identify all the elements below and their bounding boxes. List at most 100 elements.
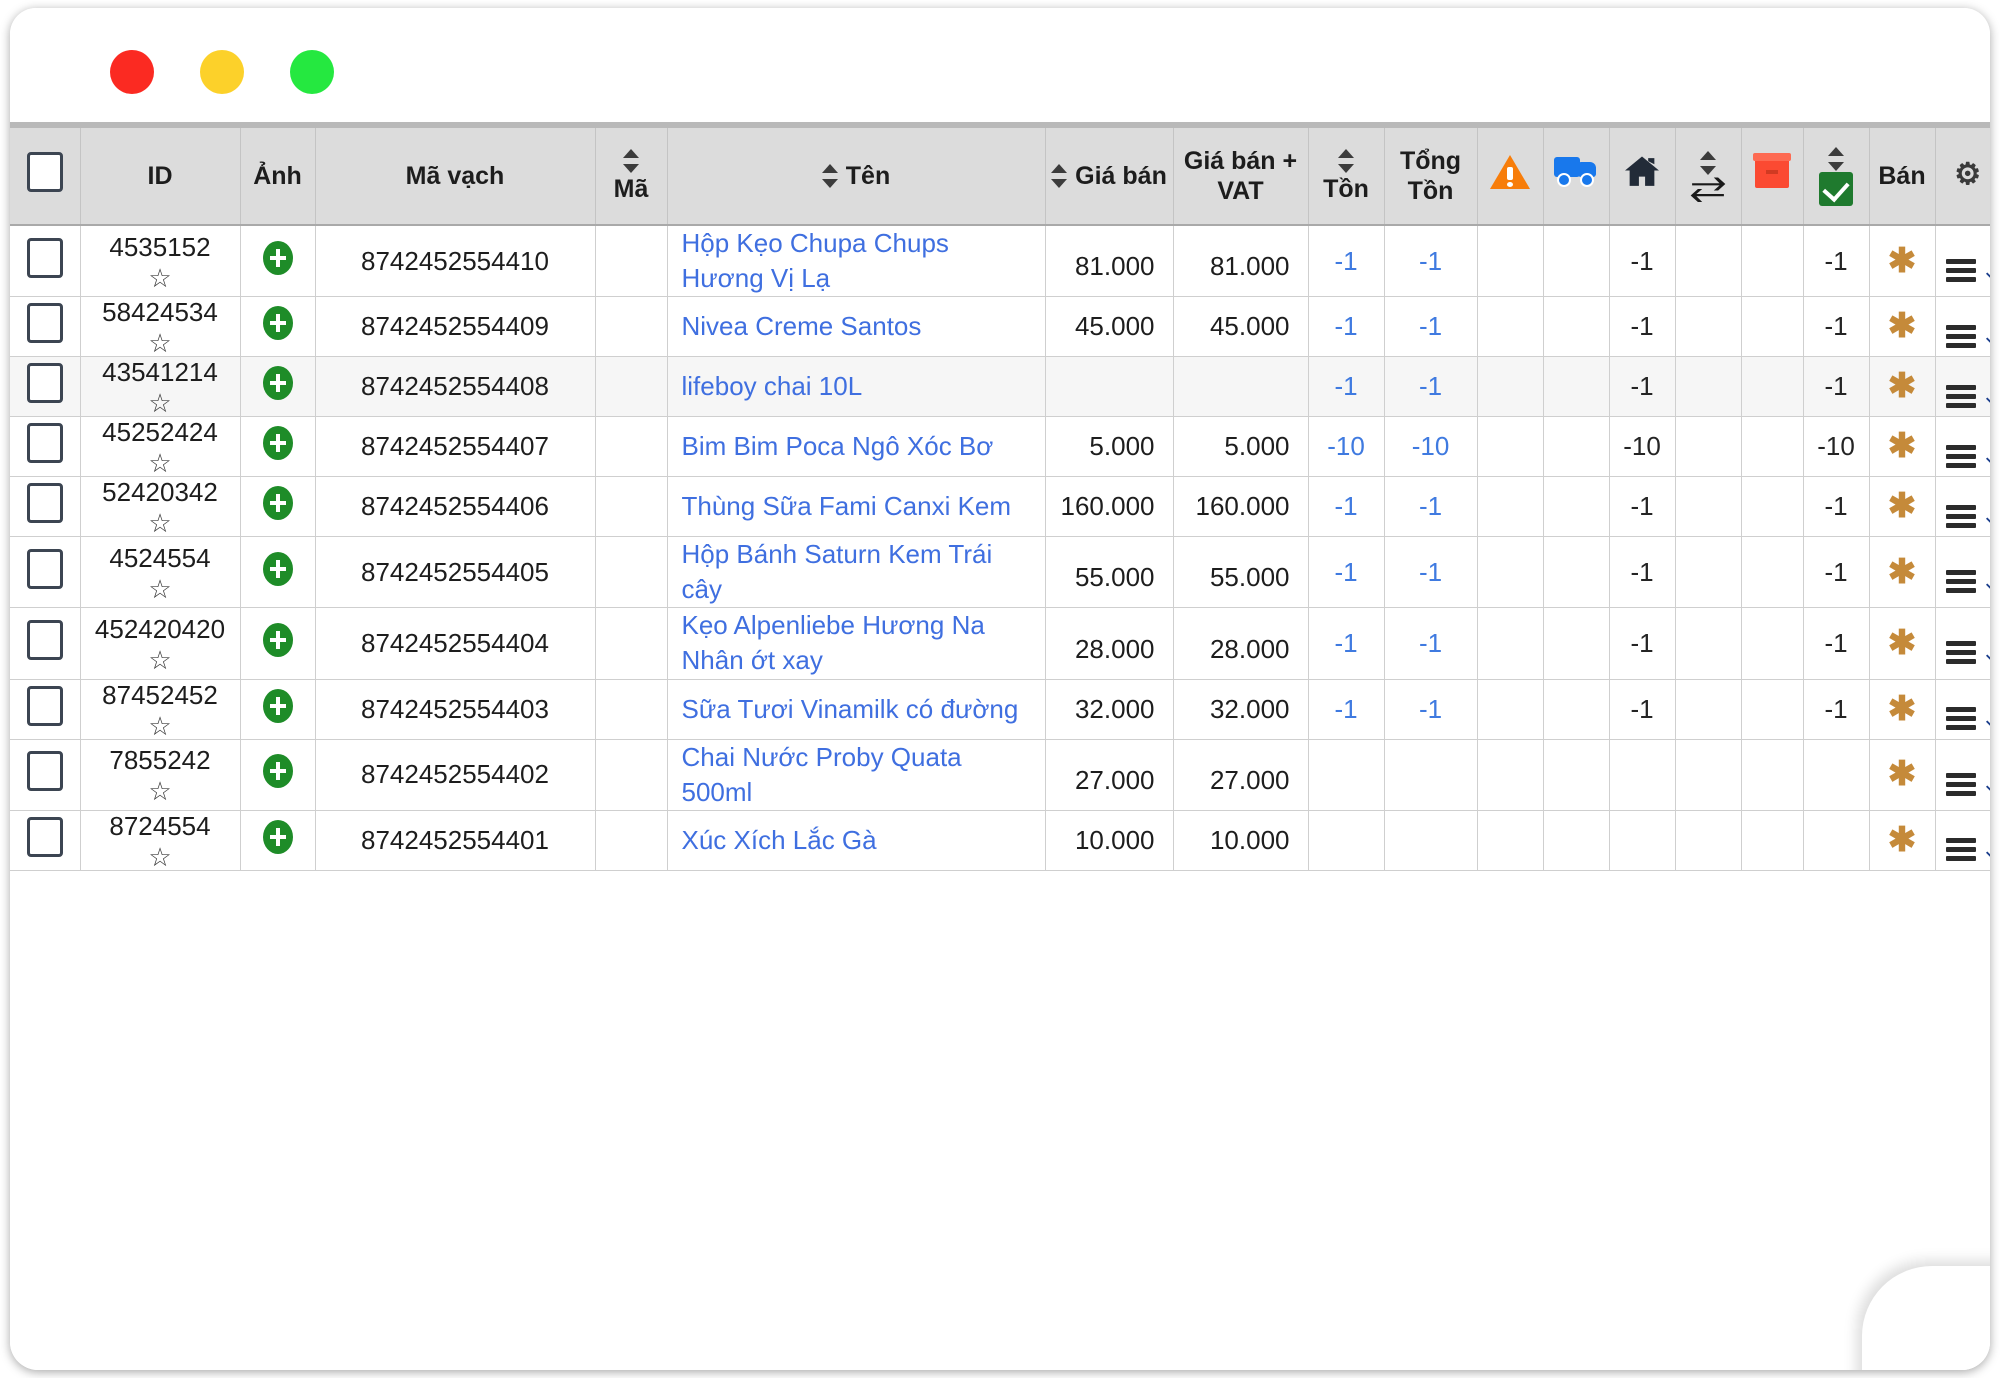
asterisk-icon[interactable]: ✱ — [1888, 487, 1917, 525]
row-menu-cell[interactable]: ⌄ — [1935, 810, 1990, 871]
add-circle-icon[interactable] — [262, 819, 293, 854]
hamburger-menu-icon[interactable]: ⌄ — [1945, 570, 1991, 594]
add-circle-icon[interactable] — [262, 366, 293, 401]
column-barcode[interactable]: Mã vạch — [315, 126, 596, 226]
row-name-link[interactable]: Kẹo Alpenliebe Hương Na Nhân ớt xay — [682, 610, 985, 675]
close-button[interactable] — [110, 50, 154, 94]
row-name-link[interactable]: Sữa Tươi Vinamilk có đường — [682, 694, 1019, 724]
row-select-cell[interactable] — [10, 416, 81, 478]
row-checkbox[interactable] — [26, 548, 63, 589]
row-select-cell[interactable] — [10, 739, 81, 811]
chevron-down-icon[interactable]: ⌄ — [1982, 707, 1991, 730]
row-checkbox[interactable] — [26, 751, 63, 792]
row-ban-cell[interactable]: ✱ — [1869, 536, 1936, 609]
row-image-cell[interactable] — [240, 356, 316, 418]
row-menu-cell[interactable]: ⌄ — [1935, 356, 1991, 418]
row-checkbox[interactable] — [26, 816, 63, 857]
row-name-cell[interactable]: Nivea Creme Santos — [667, 296, 1046, 358]
asterisk-icon[interactable]: ✱ — [1888, 553, 1917, 591]
row-select-cell[interactable] — [10, 356, 81, 418]
chevron-down-icon[interactable]: ⌄ — [1982, 570, 1991, 593]
row-ban-cell[interactable]: ✱ — [1869, 679, 1936, 740]
chevron-down-icon[interactable]: ⌄ — [1982, 325, 1991, 347]
add-circle-icon[interactable] — [262, 486, 293, 521]
row-name-link[interactable]: Hộp Kẹo Chupa Chups Hương Vị Lạ — [682, 228, 949, 293]
row-ban-cell[interactable]: ✱ — [1869, 607, 1936, 680]
row-name-cell[interactable]: Kẹo Alpenliebe Hương Na Nhân ớt xay — [667, 607, 1046, 680]
add-circle-icon[interactable] — [262, 306, 293, 341]
star-icon[interactable]: ☆ — [148, 713, 171, 739]
row-checkbox[interactable] — [26, 685, 63, 726]
chevron-down-icon[interactable]: ⌄ — [1982, 505, 1991, 527]
row-image-cell[interactable] — [240, 225, 316, 298]
hamburger-menu-icon[interactable]: ⌄ — [1945, 772, 1991, 796]
hamburger-menu-icon[interactable]: ⌄ — [1945, 384, 1991, 408]
chevron-down-icon[interactable]: ⌄ — [1982, 445, 1991, 467]
table-row[interactable]: 87452452 ☆ 8742452554403 Sữa Tươi Vinamilk … — [10, 679, 1991, 740]
add-circle-icon[interactable] — [262, 688, 293, 723]
column-tong-ton[interactable]: Tổng Tồn — [1384, 126, 1478, 226]
row-ban-cell[interactable]: ✱ — [1869, 810, 1936, 871]
column-home[interactable] — [1609, 126, 1676, 226]
star-icon[interactable]: ☆ — [148, 576, 171, 602]
column-price[interactable]: Giá bán — [1045, 126, 1174, 226]
column-image[interactable]: Ảnh — [240, 126, 316, 226]
asterisk-icon[interactable]: ✱ — [1888, 690, 1917, 728]
row-ban-cell[interactable]: ✱ — [1869, 476, 1936, 538]
row-image-cell[interactable] — [240, 679, 316, 740]
column-code[interactable]: Mã — [595, 126, 668, 226]
row-name-cell[interactable]: Chai Nước Proby Quata 500ml — [667, 739, 1046, 811]
row-name-link[interactable]: Thùng Sữa Fami Canxi Kem — [682, 491, 1012, 521]
floating-action-overlay[interactable] — [1862, 1266, 1990, 1370]
row-menu-cell[interactable]: ⌄ — [1935, 536, 1991, 609]
row-checkbox[interactable] — [26, 303, 63, 344]
row-image-cell[interactable] — [240, 416, 316, 478]
column-approved[interactable] — [1803, 126, 1870, 226]
row-image-cell[interactable] — [240, 607, 316, 680]
chevron-down-icon[interactable]: ⌄ — [1982, 773, 1991, 795]
gear-icon[interactable]: ⚙ — [1954, 158, 1981, 191]
row-name-link[interactable]: Xúc Xích Lắc Gà — [682, 825, 877, 855]
row-image-cell[interactable] — [240, 739, 316, 811]
asterisk-icon[interactable]: ✱ — [1888, 367, 1917, 405]
row-name-link[interactable]: Hộp Bánh Saturn Kem Trái cây — [682, 539, 993, 604]
hamburger-menu-icon[interactable]: ⌄ — [1945, 641, 1991, 665]
table-row[interactable]: 7855242 ☆ 8742452554402 Chai Nước Proby Qua… — [10, 739, 1991, 811]
row-checkbox[interactable] — [26, 483, 63, 524]
chevron-down-icon[interactable]: ⌄ — [1982, 259, 1991, 282]
sort-icon[interactable] — [623, 148, 639, 174]
hamburger-menu-icon[interactable]: ⌄ — [1945, 259, 1991, 283]
table-row[interactable]: 4535152 ☆ 8742452554410 Hộp Kẹo Chupa Chups… — [10, 225, 1991, 298]
row-image-cell[interactable] — [240, 476, 316, 538]
star-icon[interactable]: ☆ — [148, 330, 171, 356]
star-icon[interactable]: ☆ — [148, 510, 171, 536]
row-name-cell[interactable]: Bim Bim Poca Ngô Xóc Bơ — [667, 416, 1046, 478]
row-checkbox[interactable] — [26, 619, 63, 660]
column-box[interactable] — [1741, 126, 1804, 226]
asterisk-icon[interactable]: ✱ — [1888, 242, 1917, 280]
hamburger-menu-icon[interactable]: ⌄ — [1945, 504, 1991, 528]
row-name-link[interactable]: Chai Nước Proby Quata 500ml — [682, 742, 962, 807]
row-ban-cell[interactable]: ✱ — [1869, 225, 1936, 298]
row-name-cell[interactable]: Hộp Kẹo Chupa Chups Hương Vị Lạ — [667, 225, 1046, 298]
sort-icon[interactable] — [1051, 163, 1068, 189]
column-id[interactable]: ID — [80, 126, 241, 226]
column-select-all[interactable] — [10, 126, 81, 226]
select-all-checkbox[interactable] — [26, 152, 63, 193]
row-image-cell[interactable] — [240, 810, 316, 871]
chevron-down-icon[interactable]: ⌄ — [1982, 385, 1991, 407]
column-shipping[interactable] — [1543, 126, 1610, 226]
minimize-button[interactable] — [200, 50, 244, 94]
table-row[interactable]: 52420342 ☆ 8742452554406 Thùng Sữa Fami Can… — [10, 476, 1991, 538]
row-checkbox[interactable] — [26, 363, 63, 404]
chevron-down-icon[interactable]: ⌄ — [1982, 641, 1991, 664]
star-icon[interactable]: ☆ — [148, 450, 171, 476]
sort-icon[interactable] — [821, 163, 838, 189]
star-icon[interactable]: ☆ — [148, 265, 171, 291]
table-row[interactable]: 4524554 ☆ 8742452554405 Hộp Bánh Saturn Kem… — [10, 536, 1991, 609]
star-icon[interactable]: ☆ — [148, 390, 171, 416]
row-menu-cell[interactable]: ⌄ — [1935, 476, 1991, 538]
row-select-cell[interactable] — [10, 536, 81, 609]
star-icon[interactable]: ☆ — [148, 844, 171, 870]
table-row[interactable]: 45252424 ☆ 8742452554407 Bim Bim Poca Ngô X… — [10, 416, 1991, 478]
